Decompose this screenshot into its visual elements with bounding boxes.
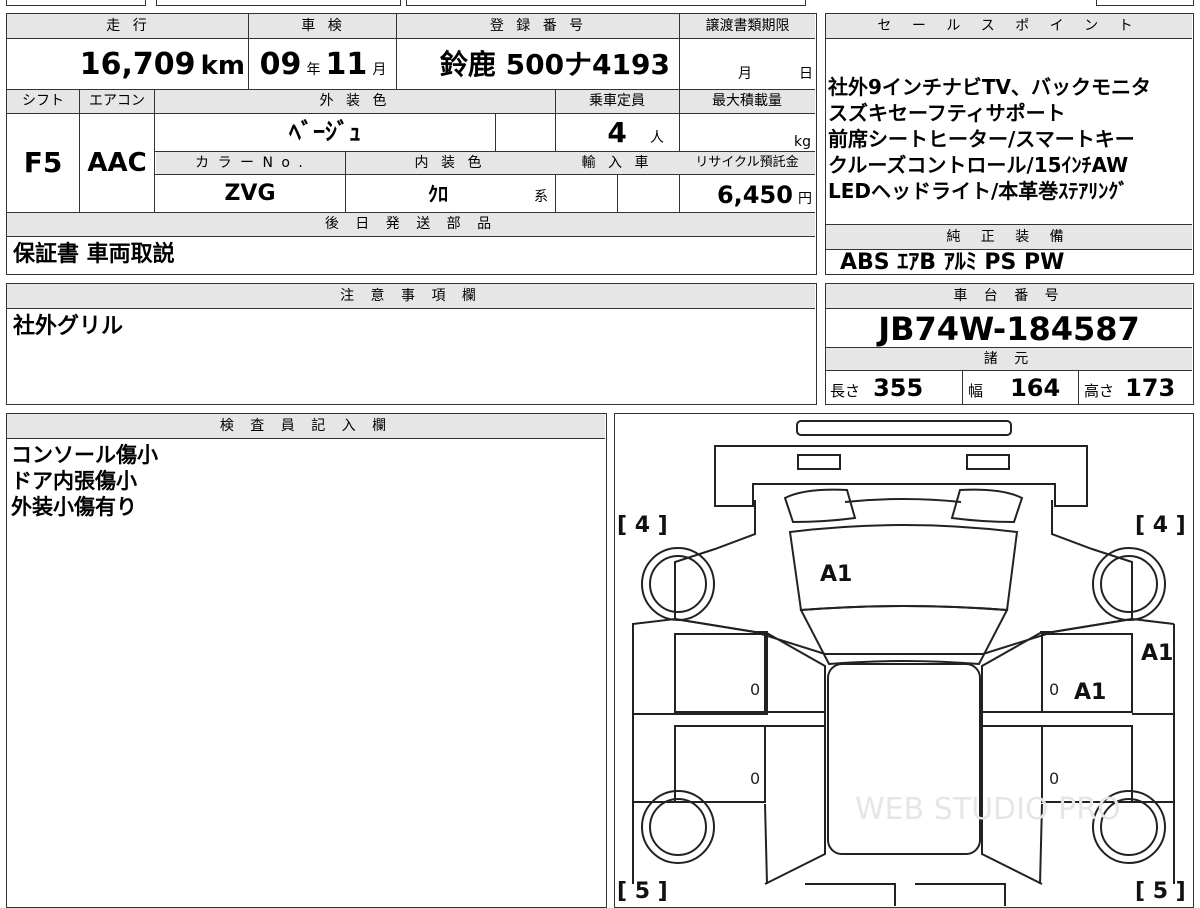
zero-mark: 0 xyxy=(750,680,760,699)
recycle-deposit-value: 6,450 円 xyxy=(716,181,812,209)
watermark: WEB STUDIO PRO xyxy=(855,792,1121,827)
right-rear-door xyxy=(1041,725,1133,803)
inspection-label: 車 検 xyxy=(301,18,346,34)
tire-tread-front-left: [ 4 ] xyxy=(617,513,668,538)
capacity-value: 4 人 xyxy=(607,116,664,149)
sales-points-box: セ ー ル ス ポ イ ン ト 社外9インチナビTV、バックモニタ スズキセーフ… xyxy=(825,13,1194,275)
fog-lamp-left xyxy=(797,454,841,470)
headlight-right xyxy=(950,488,1024,524)
zero-mark: 0 xyxy=(1049,680,1059,699)
damage-mark-right-front-door: A1 xyxy=(1074,680,1106,705)
inspection-date: 09 年 11 月 xyxy=(259,47,387,82)
color-no-label: カ ラ ー N o . xyxy=(195,155,305,171)
recycle-deposit-label: リサイクル預託金 xyxy=(695,155,799,170)
ac-label: エアコン xyxy=(89,93,145,109)
zero-mark: 0 xyxy=(1049,769,1059,788)
rear-panel xyxy=(805,883,1006,906)
inspector-note-line: コンソール傷小 xyxy=(11,443,158,467)
tire-front-left xyxy=(641,547,715,621)
car-diagram: 0 0 0 0 [ 4 ] [ 4 ] [ 5 ] [ 5 ] A1 A1 A1… xyxy=(617,420,1186,906)
top-cutoff-strip xyxy=(6,0,1194,8)
sales-point-line: クルーズコントロール/15ｲﾝﾁAW xyxy=(828,153,1129,177)
spec-length: 長さ 355 xyxy=(830,374,924,402)
later-parts-label: 後 日 発 送 部 品 xyxy=(7,213,815,236)
spec-height: 高さ 173 xyxy=(1084,374,1176,402)
inspector-label: 検 査 員 記 入 欄 xyxy=(7,414,605,438)
interior-color-label: 内 装 色 xyxy=(414,155,486,171)
exterior-color-value: ﾍﾞｰｼﾞｭ xyxy=(289,118,361,146)
sales-point-line: スズキセーフティサポート xyxy=(828,101,1066,125)
vehicle-info-table: 走 行 車 検 登 録 番 号 譲渡書類期限 16,709 km 09 年 11… xyxy=(6,13,817,275)
mileage-label: 走 行 xyxy=(106,18,151,34)
tire-tread-rear-left: [ 5 ] xyxy=(617,879,668,904)
color-no-value: ZVG xyxy=(224,181,276,206)
front-bumper xyxy=(796,420,1012,436)
registration-number: 鈴鹿 500ナ4193 xyxy=(439,48,670,81)
specs-label: 諸 元 xyxy=(826,348,1192,370)
tire-tread-front-right: [ 4 ] xyxy=(1135,513,1186,538)
car-diagram-box: 0 0 0 0 [ 4 ] [ 4 ] [ 5 ] [ 5 ] A1 A1 A1… xyxy=(614,413,1194,908)
chassis-number: JB74W-184587 xyxy=(878,310,1140,348)
import-label: 輸 入 車 xyxy=(581,155,653,171)
chassis-label: 車 台 番 号 xyxy=(826,284,1192,308)
sales-points-label: セ ー ル ス ポ イ ン ト xyxy=(826,14,1192,38)
sales-point-line: LEDヘッドライト/本革巻ｽﾃｱﾘﾝｸﾞ xyxy=(828,179,1129,203)
inspector-notes: コンソール傷小 ドア内張傷小 外装小傷有り xyxy=(11,442,601,532)
tire-front-right xyxy=(1092,547,1166,621)
windshield xyxy=(799,605,1009,666)
inspector-note-line: 外装小傷有り xyxy=(11,495,137,519)
chassis-box: 車 台 番 号 JB74W-184587 諸 元 長さ 355 幅 164 高さ… xyxy=(825,283,1194,405)
headlight-left xyxy=(783,488,857,524)
transfer-deadline-label: 譲渡書類期限 xyxy=(705,18,790,34)
ac-value: AAC xyxy=(87,148,147,178)
sales-points-list: 社外9インチナビTV、バックモニタ スズキセーフティサポート 前席シートヒーター… xyxy=(828,74,1190,224)
tire-tread-rear-right: [ 5 ] xyxy=(1135,879,1186,904)
transfer-deadline-value: 月 日 xyxy=(738,66,813,82)
inspector-box: 検 査 員 記 入 欄 コンソール傷小 ドア内張傷小 外装小傷有り xyxy=(6,413,607,908)
shift-value: F5 xyxy=(23,146,63,179)
genuine-equipment-label: 純 正 装 備 xyxy=(826,225,1192,249)
max-load-unit: kg xyxy=(794,134,811,150)
damage-mark-hood: A1 xyxy=(820,562,852,587)
front-panel xyxy=(714,445,1088,507)
left-rear-door xyxy=(674,725,766,803)
inspector-note-line: ドア内張傷小 xyxy=(11,469,137,493)
notes-value: 社外グリル xyxy=(13,314,124,339)
capacity-label: 乗車定員 xyxy=(589,93,645,109)
sales-point-line: 社外9インチナビTV、バックモニタ xyxy=(828,75,1152,99)
notes-box: 注 意 事 項 欄 社外グリル xyxy=(6,283,817,405)
exterior-color-label: 外 装 色 xyxy=(319,93,391,109)
zero-mark: 0 xyxy=(750,769,760,788)
damage-mark-right-fender: A1 xyxy=(1141,641,1173,666)
later-parts-value: 保証書 車両取説 xyxy=(13,242,175,267)
fog-lamp-right xyxy=(966,454,1010,470)
notes-label: 注 意 事 項 欄 xyxy=(7,284,815,308)
sales-point-line: 前席シートヒーター/スマートキー xyxy=(828,127,1135,151)
max-load-label: 最大積載量 xyxy=(712,93,782,109)
mileage-value: 16,709 km xyxy=(79,47,245,82)
left-front-door xyxy=(674,633,766,713)
shift-label: シフト xyxy=(22,93,64,109)
spec-width: 幅 164 xyxy=(968,374,1061,402)
right-fender xyxy=(1040,617,1175,633)
genuine-equipment-value: ABS ｴｱB ｱﾙﾐ PS PW xyxy=(840,250,1065,275)
interior-color-value: ｸﾛ 系 xyxy=(428,182,548,206)
registration-label: 登 録 番 号 xyxy=(489,18,588,34)
